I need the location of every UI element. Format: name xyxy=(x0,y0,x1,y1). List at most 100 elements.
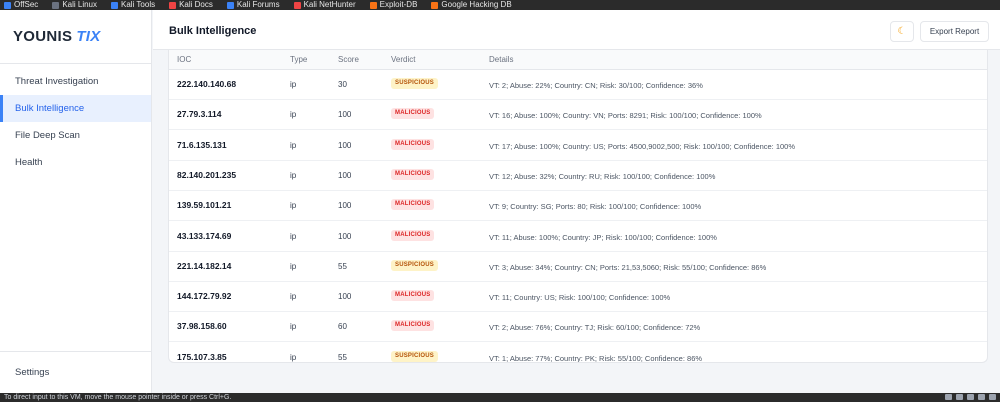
score-cell: 100 xyxy=(338,140,352,150)
bookmark-label: Kali Forums xyxy=(236,0,280,9)
vm-status-bar: To direct input to this VM, move the mou… xyxy=(0,393,1000,402)
details-cell: VT: 2; Abuse: 22%; Country: CN; Risk: 30… xyxy=(489,81,703,90)
vm-status-text: To direct input to this VM, move the mou… xyxy=(4,394,232,401)
page-title: Bulk Intelligence xyxy=(169,25,257,37)
details-cell: VT: 2; Abuse: 76%; Country: TJ; Risk: 60… xyxy=(489,323,701,333)
column-header-ioc[interactable]: IOC xyxy=(177,55,191,64)
verdict-badge: MALICIOUS xyxy=(391,290,435,302)
kali-dragon-icon xyxy=(52,1,60,9)
verdict-badge: MALICIOUS xyxy=(391,320,435,332)
bookmark-label: Exploit-DB xyxy=(379,0,418,9)
table-row[interactable]: 43.133.174.69 ip 100 MALICIOUS VT: 11; Abuse… xyxy=(169,222,987,252)
type-cell: ip xyxy=(290,170,297,180)
details-cell: VT: 17; Abuse: 100%; Country: US; Ports:… xyxy=(489,141,796,151)
kali-forums-icon xyxy=(226,1,234,9)
tray-icon[interactable] xyxy=(978,394,985,400)
score-cell: 100 xyxy=(338,170,352,180)
type-cell: ip xyxy=(290,110,297,120)
verdict-badge: SUSPICIOUS xyxy=(391,259,439,271)
column-header-verdict[interactable]: Verdict xyxy=(391,55,415,64)
details-cell: VT: 9; Country: SG; Ports: 80; Risk: 100… xyxy=(489,202,702,212)
tray-icon[interactable] xyxy=(989,394,996,400)
table-row[interactable]: 71.6.135.131 ip 100 MALICIOUS VT: 17; Abuse:… xyxy=(169,131,987,161)
bookmark-item[interactable]: Kali Linux xyxy=(52,0,97,10)
table-row[interactable]: 175.107.3.85 ip 55 SUSPICIOUS VT: 1; Abuse: … xyxy=(169,343,987,362)
kali-docs-icon xyxy=(169,1,177,9)
bookmark-label: Kali NetHunter xyxy=(303,0,356,9)
table-row[interactable]: 37.98.158.60 ip 60 MALICIOUS VT: 2; Abuse: 7… xyxy=(169,312,987,343)
tray-icon[interactable] xyxy=(956,394,963,400)
verdict-badge: MALICIOUS xyxy=(391,138,435,150)
ioc-cell: 43.133.174.69 xyxy=(177,230,232,241)
bookmark-label: Kali Docs xyxy=(179,0,213,9)
verdict-badge: MALICIOUS xyxy=(391,199,435,211)
page-header: Bulk Intelligence ☾ Export Report xyxy=(153,10,1000,50)
tray-icon[interactable] xyxy=(967,394,974,400)
details-cell: VT: 16; Abuse: 100%; Country: VN; Ports:… xyxy=(489,111,762,121)
sidebar-item-health[interactable]: Health xyxy=(0,149,151,176)
logo-accent-text: TIX xyxy=(76,28,101,45)
column-header-details[interactable]: Details xyxy=(489,55,513,64)
app-logo[interactable]: YOUNIS TIX xyxy=(13,28,101,45)
table-row[interactable]: 82.140.201.235 ip 100 MALICIOUS VT: 12; Abus… xyxy=(169,161,987,191)
score-cell: 55 xyxy=(338,352,347,362)
ioc-cell: 27.79.3.114 xyxy=(177,109,222,120)
bookmark-item[interactable]: Kali Tools xyxy=(111,0,155,10)
table-row[interactable]: 222.140.140.68 ip 30 SUSPICIOUS VT: 2; Abuse… xyxy=(169,70,987,100)
verdict-badge: MALICIOUS xyxy=(391,229,435,241)
table-header: IOC Type Score Verdict Details xyxy=(169,50,987,70)
ioc-cell: 82.140.201.235 xyxy=(177,169,237,180)
verdict-badge: MALICIOUS xyxy=(391,168,435,180)
bookmark-item[interactable]: Exploit-DB xyxy=(369,0,418,10)
bookmark-item[interactable]: Kali NetHunter xyxy=(293,0,356,10)
settings-divider xyxy=(0,351,151,352)
ioc-cell: 175.107.3.85 xyxy=(177,351,227,362)
score-cell: 30 xyxy=(338,80,347,89)
table-row[interactable]: 139.59.101.21 ip 100 MALICIOUS VT: 9; Countr… xyxy=(169,191,987,222)
ioc-cell: 144.172.79.92 xyxy=(177,291,232,302)
table-row[interactable]: 144.172.79.92 ip 100 MALICIOUS VT: 11; Count… xyxy=(169,282,987,313)
verdict-badge: SUSPICIOUS xyxy=(391,350,439,362)
type-cell: ip xyxy=(290,140,297,150)
table-row[interactable]: 221.14.182.14 ip 55 SUSPICIOUS VT: 3; Abuse:… xyxy=(169,252,987,282)
bookmark-item[interactable]: Kali Forums xyxy=(226,0,280,10)
column-header-score[interactable]: Score xyxy=(338,55,359,64)
bookmark-label: Google Hacking DB xyxy=(441,0,512,9)
tray-icons xyxy=(945,394,996,400)
type-cell: ip xyxy=(290,80,297,89)
offsec-icon xyxy=(4,1,11,9)
details-cell: VT: 3; Abuse: 34%; Country: CN; Ports: 2… xyxy=(489,262,767,272)
sidebar-item-file-deep-scan[interactable]: File Deep Scan xyxy=(0,122,151,149)
score-cell: 100 xyxy=(338,292,352,302)
sidebar-item-threat-investigation[interactable]: Threat Investigation xyxy=(0,68,151,95)
score-cell: 100 xyxy=(338,231,352,241)
bookmark-label: Kali Linux xyxy=(62,0,97,9)
ioc-cell: 71.6.135.131 xyxy=(177,139,227,150)
bookmark-label: OffSec xyxy=(14,0,39,9)
export-report-button[interactable]: Export Report xyxy=(920,21,989,42)
type-cell: ip xyxy=(290,261,297,271)
table-row[interactable]: 27.79.3.114 ip 100 MALICIOUS VT: 16; Abuse: … xyxy=(169,100,987,131)
verdict-badge: MALICIOUS xyxy=(391,108,435,120)
kali-tools-icon xyxy=(111,1,118,9)
score-cell: 100 xyxy=(338,201,352,211)
score-cell: 60 xyxy=(338,322,347,332)
details-cell: VT: 11; Country: US; Risk: 100/100; Conf… xyxy=(489,293,671,303)
results-table: IOC Type Score Verdict Details 222.140.1… xyxy=(168,50,988,363)
ioc-cell: 139.59.101.21 xyxy=(177,200,232,211)
tray-icon[interactable] xyxy=(945,394,952,400)
bookmark-item[interactable]: OffSec xyxy=(4,0,38,10)
bookmark-item[interactable]: Google Hacking DB xyxy=(431,0,512,10)
sidebar-item-bulk-intelligence[interactable]: Bulk Intelligence xyxy=(0,95,151,122)
nethunter-icon xyxy=(293,1,301,9)
type-cell: ip xyxy=(290,231,297,241)
theme-toggle-button[interactable]: ☾ xyxy=(890,21,914,42)
bookmark-item[interactable]: Kali Docs xyxy=(169,0,213,10)
score-cell: 100 xyxy=(338,110,352,120)
column-header-type[interactable]: Type xyxy=(290,55,307,64)
exploit-db-icon xyxy=(369,1,377,9)
details-cell: VT: 11; Abuse: 100%; Country: JP; Risk: … xyxy=(489,232,717,242)
ioc-cell: 37.98.158.60 xyxy=(177,321,227,332)
sidebar-item-settings[interactable]: Settings xyxy=(15,367,49,378)
type-cell: ip xyxy=(290,292,297,302)
